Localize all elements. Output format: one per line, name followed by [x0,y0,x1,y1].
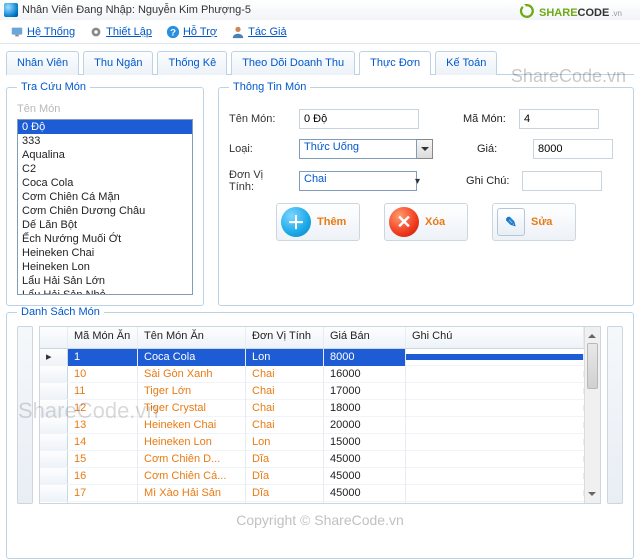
input-gia[interactable] [533,139,613,159]
table-row[interactable]: 12Tiger CrystalChai18000 [40,400,584,417]
tab-nhan-vien[interactable]: Nhân Viên [6,51,79,75]
svg-text:?: ? [170,27,176,38]
window-title: Nhân Viên Đang Nhập: Nguyễn Kim Phượng-5 [22,4,251,16]
listbox-mon[interactable]: 0 Độ333AqualinaC2Coca ColaCơm Chiên Cá M… [17,119,193,295]
label-gia: Giá: [477,143,525,155]
label-loai: Loại: [229,143,291,155]
settings-icon [89,25,103,39]
table-row[interactable]: 11Tiger LớnChai17000 [40,383,584,400]
legend-tra-cuu: Tra Cứu Món [17,81,90,93]
button-xoa[interactable]: ✕ Xóa [384,203,468,241]
button-them[interactable]: ＋ Thêm [276,203,360,241]
col-ma-mon[interactable]: Mã Món Ăn [68,327,138,348]
list-item[interactable]: Lẩu Hải Sản Lớn [18,274,192,288]
list-item[interactable]: Heineken Lon [18,260,192,274]
table-row[interactable]: 18Mì Xào BòDĩa45000 [40,502,584,503]
spinner-left[interactable] [17,326,33,504]
table-row[interactable]: 16Cơm Chiên Cá...Dĩa45000 [40,468,584,485]
group-thong-tin-mon: Thông Tin Món Tên Món: Mã Món: Loại: Thứ… [218,81,634,306]
list-item[interactable]: 333 [18,134,192,148]
table-row[interactable]: 17Mì Xào Hải SảnDĩa45000 [40,485,584,502]
button-sua[interactable]: ✎ Sửa [492,203,576,241]
grid-header-row: Mã Món Ăn Tên Món Ăn Đơn Vị Tính Giá Bán… [40,327,584,349]
tab-thu-ngan[interactable]: Thu Ngân [83,51,153,75]
list-item[interactable]: Dế Lăn Bột [18,218,192,232]
list-item[interactable]: Lẩu Hải Sản Nhỏ [18,288,192,295]
label-ten-mon-search: Tên Món [17,103,193,115]
table-row[interactable]: 13Heineken ChaiChai20000 [40,417,584,434]
table-row[interactable]: 15Cơm Chiên D...Dĩa45000 [40,451,584,468]
list-item[interactable]: Heineken Chai [18,246,192,260]
menu-thiet-lap[interactable]: Thiết Lập [87,23,154,41]
menu-he-thong[interactable]: Hệ Thống [8,23,77,41]
spinner-right[interactable] [607,326,623,504]
recycle-icon [519,3,535,19]
brand-logo: SHARECODE.vn [519,3,622,19]
edit-icon: ✎ [497,208,525,236]
combo-don-vi[interactable]: Chai ▾ [299,171,422,191]
plus-icon: ＋ [281,207,311,237]
list-item[interactable]: 0 Độ [18,120,192,134]
col-gia-ban[interactable]: Giá Bán [324,327,406,348]
col-ten-mon[interactable]: Tên Món Ăn [138,327,246,348]
table-row[interactable]: 1Coca ColaLon8000 [40,349,584,366]
grid-scrollbar[interactable] [584,327,600,503]
help-icon: ? [166,25,180,39]
label-ten-mon: Tên Món: [229,113,291,125]
label-ghi-chu: Ghi Chú: [466,175,514,187]
list-item[interactable]: C2 [18,162,192,176]
list-item[interactable]: Coca Cola [18,176,192,190]
menu-ho-tro[interactable]: ?Hỗ Trợ [164,23,219,41]
copyright-text: Copyright © ShareCode.vn [0,512,640,528]
system-icon [10,25,24,39]
label-ma-mon: Mã Món: [463,113,511,125]
app-icon [4,3,18,17]
combo-loai[interactable]: Thức Uống [299,139,433,159]
tabstrip: Nhân ViênThu NgânThống KêTheo Dõi Doanh … [0,44,640,74]
table-row[interactable]: 10Sài Gòn XanhChai16000 [40,366,584,383]
tab-doanh-thu[interactable]: Theo Dõi Doanh Thu [231,51,355,75]
list-item[interactable]: Cơm Chiên Dương Châu [18,204,192,218]
col-ghi-chu[interactable]: Ghi Chú [406,327,584,348]
list-item[interactable]: Cơm Chiên Cá Mặn [18,190,192,204]
tab-thuc-don[interactable]: Thực Đơn [359,51,431,75]
list-item[interactable]: Aqualina [18,148,192,162]
list-item[interactable]: Ếch Nướng Muối Ớt [18,232,192,246]
chevron-down-icon[interactable]: ▾ [413,176,422,187]
input-ten-mon[interactable] [299,109,419,129]
input-ma-mon[interactable] [519,109,599,129]
tab-ke-toan[interactable]: Kế Toán [435,51,497,75]
delete-icon: ✕ [389,207,419,237]
legend-danh-sach: Danh Sách Món [17,306,104,318]
col-don-vi[interactable]: Đơn Vị Tính [246,327,324,348]
label-don-vi: Đơn Vị Tính: [229,169,291,193]
data-grid[interactable]: Mã Món Ăn Tên Món Ăn Đơn Vị Tính Giá Bán… [39,326,601,504]
author-icon [231,25,245,39]
tab-thong-ke[interactable]: Thống Kê [157,51,227,75]
chevron-down-icon[interactable] [417,139,433,159]
group-tra-cuu-mon: Tra Cứu Món Tên Món 0 Độ333AqualinaC2Coc… [6,81,204,306]
input-ghi-chu[interactable] [522,171,602,191]
legend-thong-tin: Thông Tin Món [229,81,310,93]
menu-tac-gia[interactable]: Tác Giả [229,23,289,41]
menubar: Hệ Thống Thiết Lập ?Hỗ Trợ Tác Giả [0,20,640,44]
table-row[interactable]: 14Heineken LonLon15000 [40,434,584,451]
